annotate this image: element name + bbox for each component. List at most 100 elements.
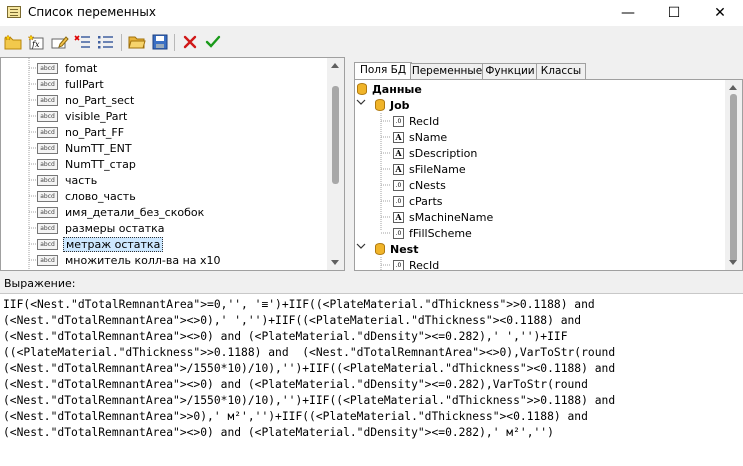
variable-item[interactable]: abcd no_Part_FF <box>37 124 126 140</box>
tree-lines <box>28 58 37 270</box>
expand-chevron-icon <box>356 99 366 105</box>
expression-line: ((<PlateMaterial."dThickness">>0.1188) a… <box>3 346 616 359</box>
close-button[interactable]: ✕ <box>697 0 743 26</box>
maximize-button[interactable]: ☐ <box>651 0 697 26</box>
text-field-icon: A <box>393 211 404 223</box>
expand-chevron-icon <box>356 243 366 249</box>
table-icon <box>375 243 385 255</box>
string-variable-icon: abcd <box>37 78 58 90</box>
app-icon <box>7 6 21 18</box>
tree-field[interactable]: AsMachineName <box>393 209 493 225</box>
db-fields-tree[interactable]: Данные Job Nest .0 RecId .0 RecId AsName As… <box>354 79 743 271</box>
string-variable-icon: abcd <box>37 238 58 250</box>
string-variable-icon: abcd <box>37 158 58 170</box>
variable-label: множитель колл-ва на х10 <box>65 253 221 267</box>
variable-item[interactable]: abcd fullPart <box>37 76 106 92</box>
scroll-down-arrow-icon[interactable] <box>729 260 737 265</box>
string-variable-icon: abcd <box>37 94 58 106</box>
toolbar-separator <box>174 34 175 51</box>
left-scrollbar[interactable] <box>327 58 344 270</box>
variable-item[interactable]: abcd no_Part_sect <box>37 92 136 108</box>
variable-label: no_Part_FF <box>65 125 125 139</box>
variable-label: NumTT_ENT <box>65 141 132 155</box>
variable-label: fomat <box>65 61 98 75</box>
variable-label: слово_часть <box>65 189 136 203</box>
variable-item[interactable]: abcd размеры остатка <box>37 220 167 236</box>
scroll-thumb[interactable] <box>730 94 737 262</box>
tree-field[interactable]: .0 cNests <box>393 177 446 193</box>
scroll-thumb[interactable] <box>332 86 339 184</box>
tab-db-fields[interactable]: Поля БД <box>354 62 412 80</box>
string-variable-icon: abcd <box>37 174 58 186</box>
expression-line: (<Nest."dTotalRemnantArea"><>0),' ','')+… <box>3 314 582 327</box>
variable-item[interactable]: abcd слово_часть <box>37 188 138 204</box>
toolbar: fx <box>0 28 743 56</box>
tree-node-nest[interactable]: Nest <box>375 241 418 257</box>
variable-label: NumTT_стар <box>65 157 136 171</box>
expression-line: (<Nest."dTotalRemnantArea">>0),' м²','')… <box>3 410 588 423</box>
edit-icon[interactable] <box>50 32 70 52</box>
scroll-up-arrow-icon[interactable] <box>331 63 339 68</box>
new-folder-icon[interactable] <box>3 32 23 52</box>
variable-item[interactable]: abcd NumTT_ENT <box>37 140 134 156</box>
variable-item[interactable]: abcd имя_детали_без_скобок <box>37 204 206 220</box>
tree-field[interactable]: .0 RecId <box>393 113 439 129</box>
tree-field[interactable]: .0 RecId <box>393 257 439 270</box>
expression-line: (<Nest."dTotalRemnantArea"><>0) and (<Pl… <box>3 426 554 439</box>
tab-functions[interactable]: Функции <box>482 63 538 79</box>
numeric-field-icon: .0 <box>393 179 404 191</box>
variable-item[interactable]: abcd fomat <box>37 60 99 76</box>
tree-field[interactable]: AsFileName <box>393 161 466 177</box>
new-function-icon[interactable]: fx <box>27 32 47 52</box>
variable-item[interactable]: abcd visible_Part <box>37 108 129 124</box>
variable-label: fullPart <box>65 77 104 91</box>
variable-item[interactable]: abcd метраж остатка <box>37 236 164 252</box>
tree-field[interactable]: .0 fFillScheme <box>393 225 472 241</box>
tree-root[interactable]: Данные <box>357 81 422 97</box>
right-scrollbar[interactable] <box>725 80 742 270</box>
variable-item[interactable]: abcd NumTT_стар <box>37 156 138 172</box>
tab-classes[interactable]: Классы <box>536 63 586 79</box>
numeric-field-icon: .0 <box>393 115 404 127</box>
variable-label: no_Part_sect <box>65 93 135 107</box>
variable-label: часть <box>65 173 98 187</box>
ok-icon[interactable] <box>203 32 223 52</box>
tree-field[interactable]: AsDescription <box>393 145 477 161</box>
tab-variables[interactable]: Переменные <box>410 63 484 79</box>
cancel-icon[interactable] <box>180 32 200 52</box>
minimize-button[interactable]: — <box>605 0 651 26</box>
tree-field[interactable]: AsName <box>393 129 447 145</box>
save-icon[interactable] <box>150 32 170 52</box>
tree-field[interactable]: .0 cParts <box>393 193 443 209</box>
variable-item[interactable]: abcd множитель колл-ва на х10 <box>37 252 223 268</box>
string-variable-icon: abcd <box>37 142 58 154</box>
scroll-down-arrow-icon[interactable] <box>331 260 339 265</box>
open-folder-icon[interactable] <box>127 32 147 52</box>
window-title: Список переменных <box>28 5 156 19</box>
scroll-up-arrow-icon[interactable] <box>729 85 737 90</box>
variable-label: имя_детали_без_скобок <box>65 205 205 219</box>
text-field-icon: A <box>393 163 404 175</box>
string-variable-icon: abcd <box>37 110 58 122</box>
expression-line: IIF(<Nest."dTotalRemnantArea">=0,'', '≡'… <box>3 298 595 311</box>
tree-node-job[interactable]: Job <box>375 97 410 113</box>
expression-editor[interactable]: IIF(<Nest."dTotalRemnantArea">=0,'', '≡'… <box>0 293 743 466</box>
numeric-field-icon: .0 <box>393 227 404 239</box>
expression-label: Выражение: <box>4 277 76 290</box>
title-bar: Список переменных — ☐ ✕ <box>0 0 743 26</box>
database-icon <box>357 83 367 95</box>
svg-text:fx: fx <box>31 40 40 49</box>
list-icon[interactable] <box>96 32 116 52</box>
string-variable-icon: abcd <box>37 222 58 234</box>
expression-line: (<Nest."dTotalRemnantArea"><>0) and (<Pl… <box>3 330 568 343</box>
variable-item[interactable]: abcd часть <box>37 172 99 188</box>
variables-tree[interactable]: abcd fomat abcd fullPart abcd no_Part_sect abc… <box>0 57 345 271</box>
table-icon <box>375 99 385 111</box>
string-variable-icon: abcd <box>37 254 58 266</box>
string-variable-icon: abcd <box>37 206 58 218</box>
expression-line: (<Nest."dTotalRemnantArea">/1550*10)/10)… <box>3 362 616 375</box>
delete-list-icon[interactable] <box>73 32 93 52</box>
expression-line: (<Nest."dTotalRemnantArea"><>0) and (<Pl… <box>3 378 588 391</box>
string-variable-icon: abcd <box>37 126 58 138</box>
text-field-icon: A <box>393 131 404 143</box>
